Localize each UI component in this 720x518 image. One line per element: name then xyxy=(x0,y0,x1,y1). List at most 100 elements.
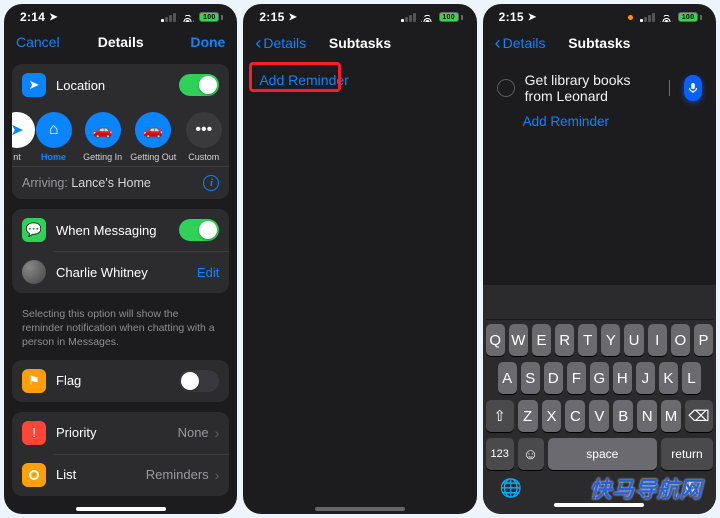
key-k[interactable]: K xyxy=(659,362,678,394)
status-time: 2:14 xyxy=(20,10,45,24)
messaging-toggle[interactable] xyxy=(179,219,219,241)
key-n[interactable]: N xyxy=(637,400,657,432)
home-indicator[interactable] xyxy=(76,507,166,511)
key-v[interactable]: V xyxy=(589,400,609,432)
key-s[interactable]: S xyxy=(521,362,540,394)
flag-row[interactable]: ⚑ Flag xyxy=(12,360,229,402)
return-key[interactable]: return xyxy=(661,438,713,470)
back-label: Details xyxy=(503,35,546,51)
contact-name: Charlie Whitney xyxy=(56,265,187,280)
messaging-card: 💬 When Messaging Charlie Whitney Edit xyxy=(12,209,229,293)
status-time: 2:15 xyxy=(499,10,524,24)
home-icon: ⌂ xyxy=(36,112,72,148)
chevron-right-icon: › xyxy=(215,467,220,483)
subtask-text-input[interactable]: Get library books from Leonard xyxy=(525,72,660,104)
add-reminder-button[interactable]: Add Reminder xyxy=(495,114,704,129)
location-chip-getting-in[interactable]: 🚗 Getting In xyxy=(83,112,122,162)
priority-row[interactable]: ! Priority None› xyxy=(12,412,229,454)
key-y[interactable]: Y xyxy=(601,324,620,356)
key-p[interactable]: P xyxy=(694,324,713,356)
keyboard-row-1: QWERTYUIOP xyxy=(486,324,713,356)
subtask-item[interactable]: Get library books from Leonard xyxy=(495,66,704,110)
ellipsis-icon: ••• xyxy=(186,112,222,148)
key-i[interactable]: I xyxy=(648,324,667,356)
location-chip-current[interactable]: ➤ nt xyxy=(12,112,24,162)
subtask-checkbox[interactable] xyxy=(497,79,515,97)
keyboard[interactable]: QWERTYUIOP ASDFGHJKL ⇧ ZXCVBNM ⌫ 123 ☺ s… xyxy=(483,285,716,514)
location-chip-home[interactable]: ⌂ Home xyxy=(34,112,73,162)
globe-key[interactable]: 🌐 xyxy=(500,478,522,499)
key-h[interactable]: H xyxy=(613,362,632,394)
dictation-mic-icon[interactable] xyxy=(684,75,702,101)
wifi-icon xyxy=(421,12,434,22)
chevron-left-icon: ‹ xyxy=(495,34,501,52)
nav-bar: Cancel Details Done xyxy=(4,26,237,58)
phone-screen-subtasks-empty: 2:15 ➤ 100 ‹ Details Subtasks Add Remind… xyxy=(243,4,476,514)
key-q[interactable]: Q xyxy=(486,324,505,356)
edit-contact-button[interactable]: Edit xyxy=(197,265,219,280)
location-toggle[interactable] xyxy=(179,74,219,96)
home-indicator[interactable] xyxy=(554,503,644,507)
keyboard-row-4: 123 ☺ space return xyxy=(486,438,713,470)
add-reminder-button[interactable]: Add Reminder xyxy=(259,72,349,88)
shift-key[interactable]: ⇧ xyxy=(486,400,514,432)
status-bar: 2:15 ➤ 100 xyxy=(483,4,716,26)
key-r[interactable]: R xyxy=(555,324,574,356)
flag-label: Flag xyxy=(56,373,169,388)
key-l[interactable]: L xyxy=(682,362,701,394)
key-t[interactable]: T xyxy=(578,324,597,356)
when-messaging-label: When Messaging xyxy=(56,223,169,238)
backspace-key[interactable]: ⌫ xyxy=(685,400,713,432)
location-arrow-icon: ➤ xyxy=(22,73,46,97)
location-label: Location xyxy=(56,78,169,93)
key-o[interactable]: O xyxy=(671,324,690,356)
keyboard-row-3: ⇧ ZXCVBNM ⌫ xyxy=(486,400,713,432)
wifi-icon xyxy=(181,12,194,22)
done-button[interactable]: Done xyxy=(190,34,225,50)
key-j[interactable]: J xyxy=(636,362,655,394)
key-b[interactable]: B xyxy=(613,400,633,432)
battery-icon: 100 xyxy=(439,12,463,22)
battery-icon: 100 xyxy=(199,12,223,22)
priority-list-card: ! Priority None› List Reminders› xyxy=(12,412,229,496)
back-button[interactable]: ‹ Details xyxy=(255,34,306,52)
wifi-icon xyxy=(660,12,673,22)
location-row[interactable]: ➤ Location xyxy=(12,64,229,106)
key-u[interactable]: U xyxy=(624,324,643,356)
list-label: List xyxy=(56,467,136,482)
list-row[interactable]: List Reminders› xyxy=(12,454,229,496)
messaging-contact-row[interactable]: Charlie Whitney Edit xyxy=(12,251,229,293)
key-w[interactable]: W xyxy=(509,324,528,356)
emoji-key[interactable]: ☺ xyxy=(518,438,544,470)
key-c[interactable]: C xyxy=(565,400,585,432)
key-a[interactable]: A xyxy=(498,362,517,394)
space-key[interactable]: space xyxy=(548,438,657,470)
key-x[interactable]: X xyxy=(542,400,562,432)
cancel-button[interactable]: Cancel xyxy=(16,34,60,50)
dictation-key[interactable] xyxy=(683,478,699,499)
arriving-row[interactable]: Arriving: Lance's Home i xyxy=(12,166,229,199)
priority-value: None xyxy=(178,425,209,440)
flag-toggle[interactable] xyxy=(179,370,219,392)
messaging-hint: Selecting this option will show the remi… xyxy=(12,303,229,360)
priority-icon: ! xyxy=(22,421,46,445)
car-out-icon: 🚗 xyxy=(135,112,171,148)
subtasks-content: Add Reminder xyxy=(243,60,476,503)
location-chip-custom[interactable]: ••• Custom xyxy=(184,112,223,162)
keyboard-suggestions-bar[interactable] xyxy=(486,290,713,320)
numbers-key[interactable]: 123 xyxy=(486,438,514,470)
key-m[interactable]: M xyxy=(661,400,681,432)
key-d[interactable]: D xyxy=(544,362,563,394)
key-z[interactable]: Z xyxy=(518,400,538,432)
chevron-right-icon: › xyxy=(215,425,220,441)
key-f[interactable]: F xyxy=(567,362,586,394)
location-services-icon: ➤ xyxy=(289,12,298,23)
home-indicator[interactable] xyxy=(315,507,405,511)
back-button[interactable]: ‹ Details xyxy=(495,34,546,52)
info-icon[interactable]: i xyxy=(203,175,219,191)
location-options-strip[interactable]: ➤ nt ⌂ Home 🚗 Getting In 🚗 Getting Out xyxy=(12,106,229,166)
when-messaging-row[interactable]: 💬 When Messaging xyxy=(12,209,229,251)
key-g[interactable]: G xyxy=(590,362,609,394)
key-e[interactable]: E xyxy=(532,324,551,356)
location-chip-getting-out[interactable]: 🚗 Getting Out xyxy=(132,112,174,162)
